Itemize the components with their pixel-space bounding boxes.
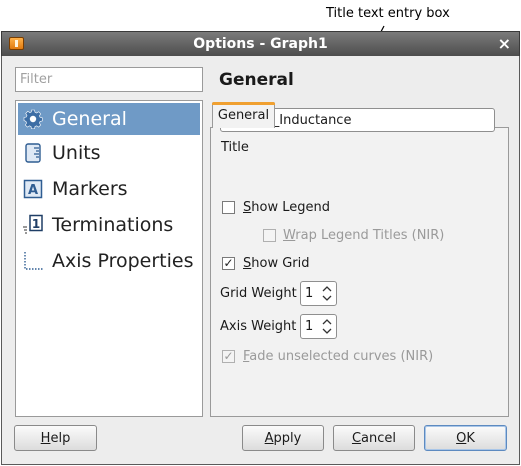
nav-label-general: General xyxy=(52,108,127,130)
svg-text:1: 1 xyxy=(32,217,40,231)
gear-icon xyxy=(22,108,44,130)
nav-item-markers[interactable]: A Markers xyxy=(16,171,202,207)
grid-weight-label: Grid Weight xyxy=(220,286,297,301)
tab-general[interactable]: General xyxy=(212,102,275,128)
cancel-button[interactable]: Cancel xyxy=(333,425,415,451)
show-grid-checkbox[interactable]: ✓ xyxy=(222,257,235,270)
units-icon xyxy=(22,142,44,164)
wrap-legend-label: Wrap Legend Titles (NIR) xyxy=(283,228,445,243)
category-list: General Units A Markers 1 Terminations A… xyxy=(15,100,203,417)
show-legend-checkbox[interactable] xyxy=(222,201,235,214)
show-grid-label[interactable]: Show Grid xyxy=(243,256,310,271)
window-title: Options - Graph1 xyxy=(193,36,328,52)
general-tab-panel xyxy=(210,127,509,417)
terminations-icon: 1 xyxy=(22,214,44,236)
nav-item-units[interactable]: Units xyxy=(16,135,202,171)
show-legend-label[interactable]: Show Legend xyxy=(243,200,330,215)
apply-button[interactable]: Apply xyxy=(242,425,324,451)
filter-input[interactable] xyxy=(15,67,203,92)
axis-weight-label: Axis Weight xyxy=(220,319,297,334)
axis-properties-icon xyxy=(22,250,44,272)
fade-curves-label: Fade unselected curves (NIR) xyxy=(243,349,434,364)
nav-item-general[interactable]: General xyxy=(18,103,200,135)
wrap-legend-checkbox xyxy=(263,229,276,242)
grid-weight-value: 1 xyxy=(305,286,314,301)
grid-weight-spinner[interactable]: 1 xyxy=(300,281,337,306)
spinner-arrows-icon xyxy=(322,286,332,301)
nav-label-markers: Markers xyxy=(52,178,128,200)
title-entry-callout: Title text entry box xyxy=(326,6,450,21)
nav-label-units: Units xyxy=(52,142,101,164)
spinner-arrows-icon xyxy=(322,319,332,334)
ok-button[interactable]: OK xyxy=(424,425,507,451)
close-icon[interactable]: × xyxy=(498,34,511,53)
nav-label-axis-properties: Axis Properties xyxy=(52,250,194,272)
title-label: Title xyxy=(221,140,249,155)
nav-item-terminations[interactable]: 1 Terminations xyxy=(16,207,202,243)
section-heading: General xyxy=(219,70,294,90)
axis-weight-spinner[interactable]: 1 xyxy=(300,314,337,339)
window-titlebar[interactable]: Options - Graph1 × xyxy=(1,31,520,56)
nav-item-axis-properties[interactable]: Axis Properties xyxy=(16,243,202,279)
markers-icon: A xyxy=(22,178,44,200)
svg-text:A: A xyxy=(28,183,38,198)
axis-weight-value: 1 xyxy=(305,319,314,334)
help-button[interactable]: Help xyxy=(14,425,97,451)
nav-label-terminations: Terminations xyxy=(52,214,174,236)
fade-curves-checkbox: ✓ xyxy=(222,349,235,363)
